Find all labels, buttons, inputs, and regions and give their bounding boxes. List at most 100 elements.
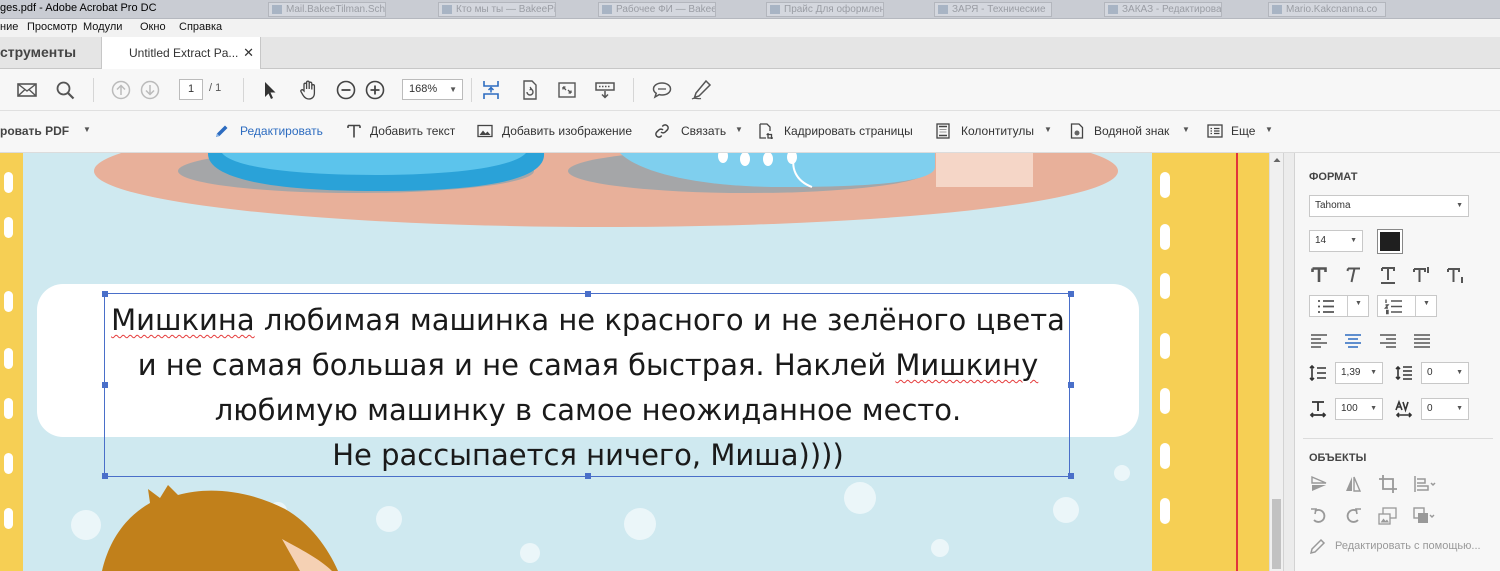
taskbar-button[interactable]: Кто мы ты — BakeePix <box>438 2 556 17</box>
text-color-picker[interactable] <box>1377 229 1403 254</box>
export-pdf-button[interactable]: ровать PDF ▼ <box>0 124 95 140</box>
watermark-button[interactable]: Водяной знак ▼ <box>1069 123 1194 140</box>
crop-page-icon <box>758 123 774 139</box>
resize-handle[interactable] <box>585 291 591 297</box>
document-canvas[interactable]: Мишкина любимая машинка не красного и не… <box>0 153 1269 571</box>
next-page-icon[interactable] <box>138 78 162 102</box>
font-size-select[interactable]: 14 ▼ <box>1309 230 1363 252</box>
more-button[interactable]: Еще ▼ <box>1207 124 1277 140</box>
zoom-in-icon[interactable] <box>363 78 387 102</box>
more-list-icon <box>1207 123 1223 139</box>
tab-document[interactable]: Untitled Extract Pa... ✕ <box>101 37 261 69</box>
taskbar-button[interactable]: Прайс Для оформления <box>766 2 884 17</box>
chevron-down-icon: ▼ <box>1265 125 1273 134</box>
edit-button[interactable]: Редактировать <box>214 124 329 140</box>
underline-t-icon[interactable] <box>1378 265 1398 285</box>
paragraph-spacing-icon <box>1394 363 1414 383</box>
sign-pen-icon[interactable] <box>689 78 713 102</box>
align-left-icon[interactable] <box>1309 331 1329 351</box>
editable-text-paragraph[interactable]: Мишкина любимая машинка не красного и не… <box>105 298 1071 478</box>
email-icon[interactable] <box>15 78 39 102</box>
align-center-icon[interactable] <box>1343 331 1363 351</box>
superscript-t-icon[interactable] <box>1412 265 1432 285</box>
menu-help[interactable]: Справка <box>179 21 222 33</box>
italic-t-icon[interactable] <box>1343 265 1363 285</box>
chevron-down-icon: ▼ <box>1182 125 1190 134</box>
taskbar-button[interactable]: Mail.BakeeTilman.Schep <box>268 2 386 17</box>
bullet-list-select[interactable]: ▼ <box>1309 295 1369 317</box>
chevron-down-icon: ▼ <box>1456 405 1463 412</box>
comment-icon[interactable] <box>650 78 674 102</box>
select-cursor-icon[interactable] <box>258 78 282 102</box>
menu-modules[interactable]: Модули <box>83 21 122 33</box>
taskbar-button[interactable]: ЗАКАЗ - Редактирование <box>1104 2 1222 17</box>
zoom-out-icon[interactable] <box>334 78 358 102</box>
character-spacing-select[interactable]: 0 ▼ <box>1421 398 1469 420</box>
taskbar-button[interactable]: ЗАРЯ - Технические <box>934 2 1052 17</box>
rotate-left-icon[interactable] <box>1309 506 1329 526</box>
bold-t-icon[interactable] <box>1309 265 1329 285</box>
crop-pages-label: Кадрировать страницы <box>784 124 913 138</box>
resize-handle[interactable] <box>1068 291 1074 297</box>
header-footer-label: Колонтитулы <box>961 124 1035 138</box>
text-line: и не самая большая и не самая быстрая. Н… <box>105 343 1071 388</box>
line-spacing-value: 1,39 <box>1341 367 1361 378</box>
character-spacing-value: 0 <box>1427 403 1433 414</box>
edit-using-button[interactable]: Редактировать с помощью... <box>1309 537 1499 557</box>
pencil-icon <box>1309 538 1326 555</box>
replace-image-icon[interactable] <box>1378 506 1398 526</box>
selected-text-frame[interactable]: Мишкина любимая машинка не красного и не… <box>102 291 1074 479</box>
scroll-mode-icon[interactable] <box>593 78 617 102</box>
arrange-icon[interactable] <box>1412 506 1435 526</box>
taskbar: ges.pdf - Adobe Acrobat Pro DC Mail.Bake… <box>0 0 1500 19</box>
font-family-select[interactable]: Tahoma ▼ <box>1309 195 1469 217</box>
scroll-thumb[interactable] <box>1272 499 1281 569</box>
rotate-page-icon[interactable] <box>518 78 542 102</box>
resize-handle[interactable] <box>102 291 108 297</box>
add-text-label: Добавить текст <box>370 124 456 138</box>
numbered-list-select[interactable]: ▼ <box>1377 295 1437 317</box>
panel-splitter[interactable] <box>1283 153 1295 571</box>
page-number-input[interactable]: 1 <box>179 79 203 100</box>
zoom-select[interactable]: 168% ▼ <box>402 79 463 100</box>
taskbar-button[interactable]: Рабочее ФИ — BakeePix <box>598 2 716 17</box>
menu-edit[interactable]: ние <box>0 21 18 33</box>
hand-tool-icon[interactable] <box>297 78 321 102</box>
line-spacing-select[interactable]: 1,39 ▼ <box>1335 362 1383 384</box>
align-right-icon[interactable] <box>1378 331 1398 351</box>
edit-text-image-icon <box>214 123 230 139</box>
text-line: Не рассыпается ничего, Миша)))) <box>332 438 844 472</box>
edit-toolbar: ровать PDF ▼ Редактировать Добавить текс… <box>0 111 1500 153</box>
rotate-right-icon[interactable] <box>1343 506 1363 526</box>
add-text-button[interactable]: Добавить текст <box>346 124 461 140</box>
chevron-down-icon: ▼ <box>449 85 457 94</box>
header-footer-button[interactable]: Колонтитулы ▼ <box>935 123 1055 140</box>
tab-tools[interactable]: струменты <box>0 37 100 68</box>
link-icon <box>654 123 670 139</box>
taskbar-button[interactable]: Mario.Kakcnanna.co <box>1268 2 1386 17</box>
previous-page-icon[interactable] <box>109 78 133 102</box>
flip-horizontal-icon[interactable] <box>1343 474 1363 494</box>
chevron-down-icon: ▼ <box>1044 125 1052 134</box>
search-icon[interactable] <box>53 78 77 102</box>
paragraph-spacing-select[interactable]: 0 ▼ <box>1421 362 1469 384</box>
font-family-value: Tahoma <box>1315 200 1351 211</box>
tab-close-icon[interactable]: ✕ <box>243 37 254 69</box>
horizontal-scale-select[interactable]: 100 ▼ <box>1335 398 1383 420</box>
link-button[interactable]: Связать ▼ <box>654 124 746 140</box>
add-image-button[interactable]: Добавить изображение <box>477 124 642 140</box>
vertical-scrollbar[interactable] <box>1269 153 1283 571</box>
subscript-t-icon[interactable] <box>1446 265 1466 285</box>
align-objects-icon[interactable] <box>1412 474 1436 494</box>
flip-vertical-icon[interactable] <box>1309 474 1329 494</box>
align-justify-icon[interactable] <box>1412 331 1432 351</box>
fullscreen-icon[interactable] <box>555 78 579 102</box>
chevron-down-icon: ▼ <box>735 125 743 134</box>
menu-window[interactable]: Окно <box>140 21 166 33</box>
crop-pages-button[interactable]: Кадрировать страницы <box>758 123 918 140</box>
fit-page-icon[interactable] <box>479 78 503 102</box>
menu-view[interactable]: Просмотр <box>27 21 77 33</box>
chevron-down-icon: ▼ <box>1423 300 1430 307</box>
crop-icon[interactable] <box>1378 474 1398 494</box>
scroll-up-icon[interactable] <box>1270 153 1284 167</box>
